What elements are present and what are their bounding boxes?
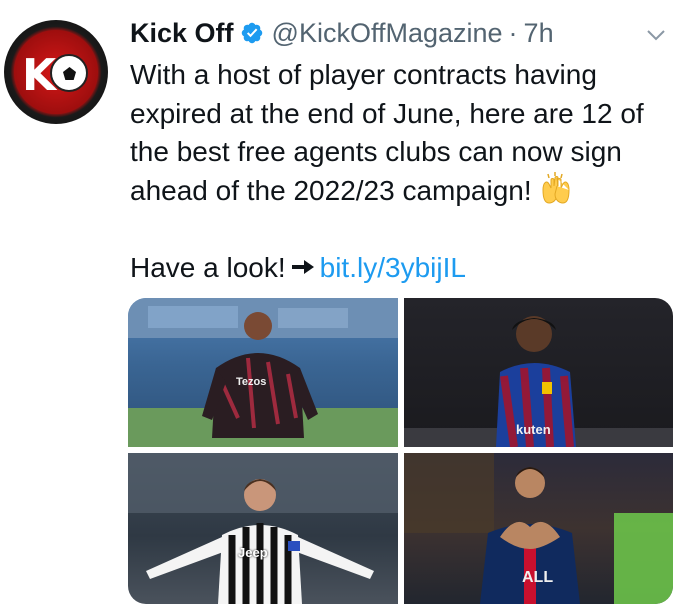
raising-hands-icon xyxy=(542,171,570,204)
jersey-sponsor-text: kuten xyxy=(516,422,551,437)
jersey-sponsor-text: Jeep xyxy=(238,545,268,560)
cta-text: Have a look! xyxy=(130,251,286,283)
display-name[interactable]: Kick Off xyxy=(130,18,234,49)
tweet-text-line-last: ahead of the 2022/23 campaign! xyxy=(130,171,690,211)
media-grid: Tezos kuten Jeep ALL xyxy=(128,298,673,604)
timestamp[interactable]: 7h xyxy=(524,18,554,49)
tweet-link[interactable]: bit.ly/3ybijIL xyxy=(320,252,466,283)
player-photo-1-illustration xyxy=(128,298,398,447)
tweet-text-line: With a host of player contracts having xyxy=(130,59,597,90)
player-photo-3-illustration xyxy=(128,453,398,604)
tweet-header: Kick Off @KickOffMagazine · 7h xyxy=(130,16,554,50)
tweet-text: With a host of player contracts having e… xyxy=(130,56,690,287)
cta-line: Have a look! bit.ly/3ybijIL xyxy=(130,249,690,288)
player-photo-4[interactable]: ALL xyxy=(404,453,673,604)
player-photo-3[interactable]: Jeep xyxy=(128,453,398,604)
tweet-text-line: the best free agents clubs can now sign xyxy=(130,136,622,167)
player-photo-2[interactable]: kuten xyxy=(404,298,673,447)
right-arrow-icon xyxy=(291,259,314,274)
avatar[interactable]: K xyxy=(4,20,108,124)
player-photo-1[interactable]: Tezos xyxy=(128,298,398,447)
chevron-down-icon[interactable] xyxy=(645,24,667,46)
verified-badge-icon xyxy=(241,22,262,44)
tweet-text-line: ahead of the 2022/23 campaign! xyxy=(130,174,532,206)
jersey-sponsor-text: Tezos xyxy=(236,376,267,388)
separator-dot: · xyxy=(508,17,518,48)
jersey-sponsor-text: ALL xyxy=(522,569,554,586)
football-icon xyxy=(50,54,88,92)
tweet-text-line: expired at the end of June, here are 12 … xyxy=(130,97,644,129)
handle[interactable]: @KickOffMagazine xyxy=(272,18,503,49)
